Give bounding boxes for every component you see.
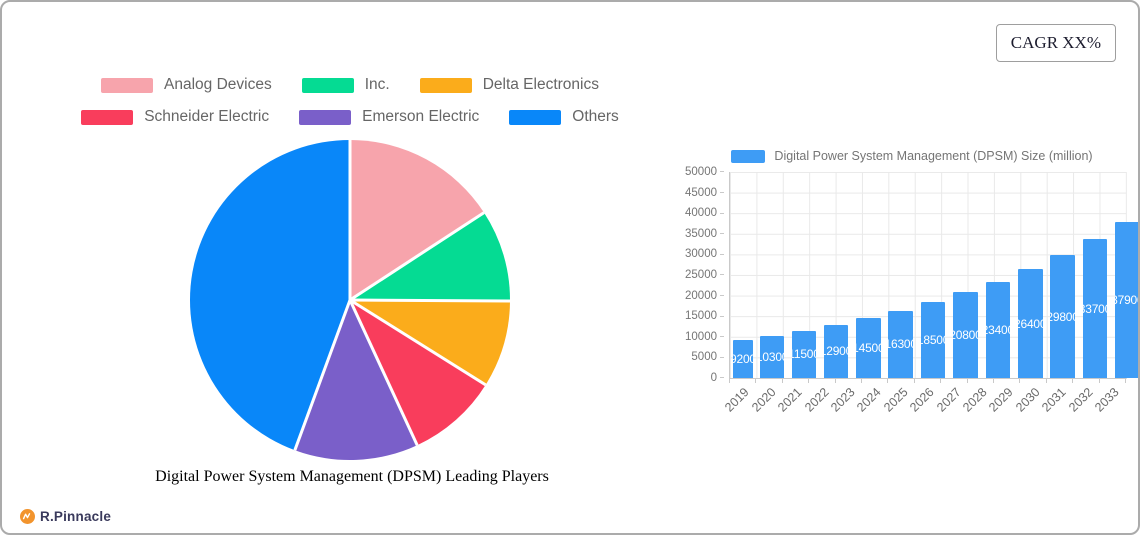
bar-2019: 9200 — [733, 340, 753, 378]
legend-label: Inc. — [364, 76, 390, 93]
bar-2022: 12900 — [823, 324, 849, 378]
legend-label: Analog Devices — [164, 76, 272, 93]
logo-mark-icon — [20, 509, 35, 524]
y-axis-tick-label: 5000 — [652, 351, 724, 363]
bar-2028: 26400 — [1017, 269, 1043, 378]
y-axis-tick-label: 50000 — [652, 166, 724, 178]
legend-swatch-icon — [419, 77, 472, 93]
legend-swatch-icon — [101, 77, 153, 93]
legend-item-inc: Inc. — [301, 76, 390, 94]
y-axis-tick-label: 15000 — [652, 310, 724, 322]
brand-logo-text: R.Pinnacle — [40, 509, 112, 524]
legend-swatch-icon — [509, 109, 562, 125]
bar-2031: 37900 — [1115, 221, 1138, 378]
bar-value-label: 11500 — [792, 347, 816, 362]
legend-item-emerson-electric: Emerson Electric — [299, 108, 479, 126]
bar-chart-y-axis: 0 5000 10000 15000 20000 25000 30000 35000 40000… — [652, 166, 724, 384]
report-image-frame: CAGR XX% Analog Devices Inc. Delta Elect… — [0, 0, 1140, 535]
legend-swatch-icon — [299, 109, 352, 125]
bar-2024: 16300 — [888, 310, 913, 378]
bar-legend-swatch-icon — [731, 149, 766, 163]
bar-legend-label: Digital Power System Management (DPSM) S… — [774, 149, 1093, 163]
bar-chart-legend: Digital Power System Management (DPSM) S… — [702, 149, 1122, 163]
bar-value-label: 10300 — [760, 349, 785, 364]
cagr-label: CAGR XX% — [1010, 33, 1101, 52]
y-axis-tick-label: 20000 — [652, 290, 724, 302]
bar-value-label: 9200 — [733, 352, 753, 367]
bar-2027: 23400 — [985, 281, 1011, 378]
bar-slot: 33700 — [1079, 172, 1111, 378]
pie-legend: Analog Devices Inc. Delta Electronics Sc… — [40, 76, 660, 140]
bar-2026: 20800 — [953, 292, 978, 378]
bar-slot: 10300 — [756, 172, 788, 378]
y-axis-tick-label: 45000 — [652, 187, 724, 199]
bar-slot: 11500 — [788, 172, 819, 378]
bar-slot: 12900 — [820, 172, 852, 378]
y-axis-tick-label: 10000 — [652, 331, 724, 343]
y-axis-tick-label: 25000 — [652, 269, 724, 281]
pie-chart-title: Digital Power System Management (DPSM) L… — [155, 468, 549, 485]
pie-legend-row: Schneider Electric Emerson Electric Othe… — [40, 108, 660, 126]
legend-item-delta-electronics: Delta Electronics — [419, 76, 599, 94]
y-axis-tick-label: 30000 — [652, 248, 724, 260]
brand-logo: R.Pinnacle — [20, 509, 111, 524]
bar-2023: 14500 — [856, 318, 881, 378]
bar-value-label: 20800 — [953, 328, 978, 343]
bar-value-label: 23400 — [986, 322, 1011, 337]
pie-chart — [188, 138, 512, 462]
legend-label: Emerson Electric — [362, 108, 480, 125]
bar-value-label: 26400 — [1018, 316, 1043, 331]
bar-chart-x-axis: 2019 2020 2021 2022 2023 2024 2025 2026 2027 2028… — [722, 385, 1122, 415]
bar-2021: 11500 — [792, 330, 816, 378]
legend-label: Others — [572, 108, 619, 125]
bar-value-label: 12900 — [824, 344, 849, 359]
legend-item-schneider-electric: Schneider Electric — [81, 108, 269, 126]
bar-chart-plot-area: 9200 10300 11500 12900 14500 16300 18500 20800 2… — [729, 172, 1138, 379]
bar-value-label: 18500 — [921, 332, 946, 347]
bar-2029: 29800 — [1050, 255, 1075, 378]
bar-value-label: 29800 — [1050, 309, 1075, 324]
bar-slot: 9200 — [730, 172, 756, 378]
bar-2030: 33700 — [1082, 239, 1108, 378]
y-axis-tick-label: 40000 — [652, 207, 724, 219]
bar-value-label: 33700 — [1083, 301, 1108, 316]
bar-slot: 20800 — [949, 172, 981, 378]
pie-legend-row: Analog Devices Inc. Delta Electronics — [40, 76, 660, 94]
bar-slot: 16300 — [885, 172, 917, 378]
bar-value-label: 16300 — [888, 337, 913, 352]
bar-series: 9200 10300 11500 12900 14500 16300 18500 20800 2… — [730, 172, 1138, 378]
bar-slot: 14500 — [852, 172, 884, 378]
legend-swatch-icon — [301, 77, 354, 93]
bar-slot: 29800 — [1046, 172, 1078, 378]
y-axis-tick-label: 0 — [652, 372, 724, 384]
bar-slot: 26400 — [1014, 172, 1046, 378]
legend-label: Delta Electronics — [482, 76, 599, 93]
legend-item-analog-devices: Analog Devices — [101, 76, 272, 94]
bar-value-label: 37900 — [1115, 292, 1138, 307]
bar-value-label: 14500 — [856, 341, 881, 356]
legend-label: Schneider Electric — [144, 108, 270, 125]
bar-slot: 37900 — [1111, 172, 1138, 378]
y-axis-tick-label: 35000 — [652, 228, 724, 240]
bar-2020: 10300 — [759, 335, 785, 378]
bar-slot: 23400 — [982, 172, 1014, 378]
bar-2025: 18500 — [920, 301, 946, 378]
legend-swatch-icon — [81, 109, 134, 125]
pie-slice-separator — [349, 298, 511, 303]
cagr-badge: CAGR XX% — [995, 24, 1116, 62]
bar-slot: 18500 — [917, 172, 949, 378]
legend-item-others: Others — [509, 108, 619, 126]
